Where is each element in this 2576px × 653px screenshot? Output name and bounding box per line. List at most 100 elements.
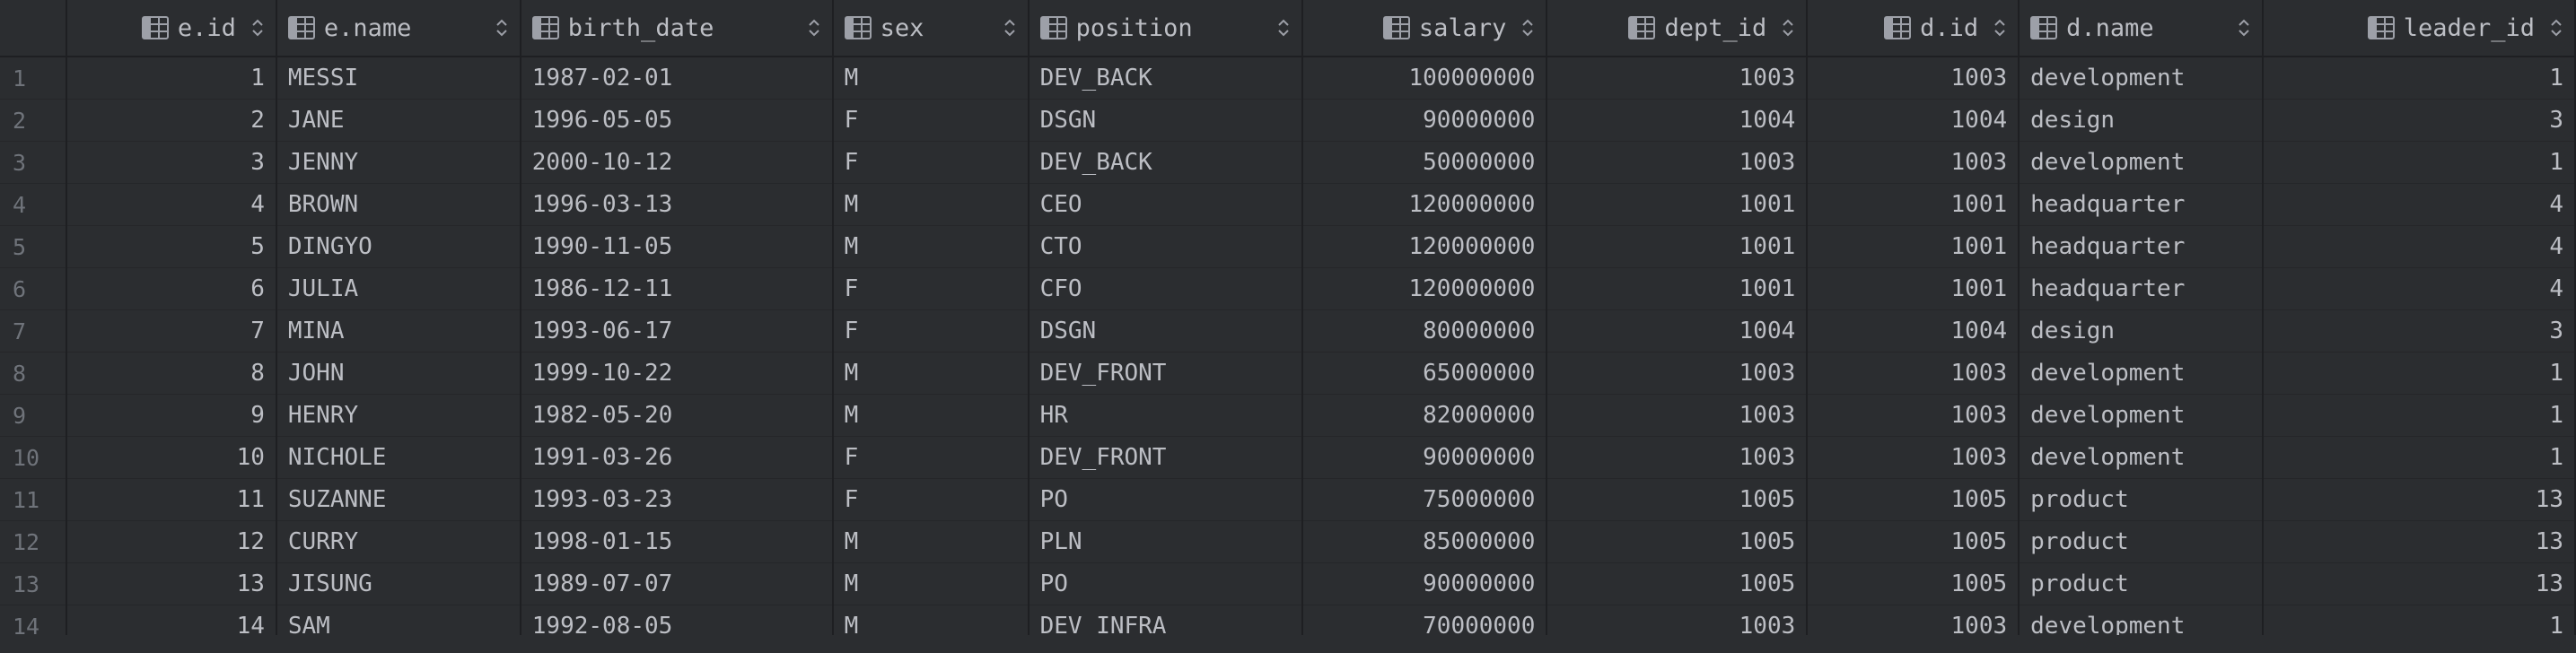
cell-dept-id[interactable]: 1004	[1546, 99, 1809, 142]
cell-position[interactable]: DEV_FRONT	[1028, 352, 1304, 395]
cell-dept-id[interactable]: 1001	[1546, 267, 1809, 310]
cell-birth-date[interactable]: 1986-12-11	[520, 267, 834, 310]
cell-sex[interactable]: F	[832, 141, 1030, 184]
table-row[interactable]: 6 6 JULIA 1986-12-11 F CFO 120000000 1001 1001 he…	[0, 267, 2576, 310]
cell-salary[interactable]: 90000000	[1302, 436, 1548, 479]
cell-d-name[interactable]: design	[2019, 309, 2265, 353]
cell-e-id[interactable]: 5	[66, 225, 277, 268]
table-row[interactable]: 11 11 SUZANNE 1993-03-23 F PO 75000000 1005 1005…	[0, 478, 2576, 521]
cell-d-id[interactable]: 1003	[1807, 436, 2020, 479]
cell-e-id[interactable]: 9	[66, 394, 277, 437]
column-header-e-id[interactable]: e.id	[66, 0, 277, 57]
cell-sex[interactable]: F	[832, 478, 1030, 521]
cell-d-id[interactable]: 1004	[1807, 99, 2020, 142]
row-number-cell[interactable]: 13	[0, 562, 67, 605]
sort-arrows-icon[interactable]	[495, 17, 509, 39]
cell-salary[interactable]: 120000000	[1302, 267, 1548, 310]
cell-position[interactable]: DEV_BACK	[1028, 57, 1304, 100]
row-number-cell[interactable]: 11	[0, 478, 67, 521]
cell-e-id[interactable]: 7	[66, 309, 277, 353]
cell-dept-id[interactable]: 1005	[1546, 562, 1809, 605]
cell-d-name[interactable]: development	[2019, 394, 2265, 437]
cell-d-id[interactable]: 1005	[1807, 478, 2020, 521]
cell-dept-id[interactable]: 1001	[1546, 183, 1809, 226]
cell-d-id[interactable]: 1003	[1807, 141, 2020, 184]
cell-leader-id[interactable]: 1	[2263, 141, 2576, 184]
cell-salary[interactable]: 90000000	[1302, 562, 1548, 605]
cell-salary[interactable]: 90000000	[1302, 99, 1548, 142]
cell-d-name[interactable]: development	[2019, 436, 2265, 479]
cell-sex[interactable]: M	[832, 394, 1030, 437]
cell-sex[interactable]: M	[832, 183, 1030, 226]
cell-e-name[interactable]: JULIA	[276, 267, 521, 310]
cell-e-id[interactable]: 10	[66, 436, 277, 479]
cell-d-name[interactable]: development	[2019, 57, 2265, 100]
cell-e-id[interactable]: 2	[66, 99, 277, 142]
cell-e-name[interactable]: MINA	[276, 309, 521, 353]
cell-leader-id[interactable]: 3	[2263, 99, 2576, 142]
cell-d-name[interactable]: headquarter	[2019, 225, 2265, 268]
sort-arrows-icon[interactable]	[1520, 17, 1535, 39]
sort-arrows-icon[interactable]	[2237, 17, 2251, 39]
cell-d-id[interactable]: 1003	[1807, 352, 2020, 395]
cell-birth-date[interactable]: 1989-07-07	[520, 562, 834, 605]
cell-birth-date[interactable]: 1999-10-22	[520, 352, 834, 395]
row-number-cell[interactable]: 10	[0, 436, 67, 479]
column-header-dept-id[interactable]: dept_id	[1546, 0, 1809, 57]
cell-dept-id[interactable]: 1004	[1546, 309, 1809, 353]
cell-position[interactable]: PO	[1028, 478, 1304, 521]
sort-arrows-icon[interactable]	[807, 17, 821, 39]
cell-e-name[interactable]: NICHOLE	[276, 436, 521, 479]
cell-e-id[interactable]: 11	[66, 478, 277, 521]
cell-dept-id[interactable]: 1003	[1546, 436, 1809, 479]
cell-salary[interactable]: 120000000	[1302, 183, 1548, 226]
cell-salary[interactable]: 75000000	[1302, 478, 1548, 521]
cell-e-id[interactable]: 8	[66, 352, 277, 395]
cell-dept-id[interactable]: 1005	[1546, 520, 1809, 563]
cell-leader-id[interactable]: 13	[2263, 478, 2576, 521]
row-number-cell[interactable]: 5	[0, 225, 67, 268]
cell-dept-id[interactable]: 1003	[1546, 352, 1809, 395]
table-row[interactable]: 4 4 BROWN 1996-03-13 M CEO 120000000 1001 1001 he…	[0, 183, 2576, 226]
row-number-cell[interactable]: 2	[0, 99, 67, 142]
cell-salary[interactable]: 85000000	[1302, 520, 1548, 563]
cell-e-name[interactable]: JENNY	[276, 141, 521, 184]
cell-leader-id[interactable]: 1	[2263, 394, 2576, 437]
cell-birth-date[interactable]: 2000-10-12	[520, 141, 834, 184]
cell-salary[interactable]: 82000000	[1302, 394, 1548, 437]
cell-leader-id[interactable]: 1	[2263, 352, 2576, 395]
sort-arrows-icon[interactable]	[1003, 17, 1017, 39]
cell-birth-date[interactable]: 1998-01-15	[520, 520, 834, 563]
cell-leader-id[interactable]: 4	[2263, 267, 2576, 310]
cell-position[interactable]: DSGN	[1028, 309, 1304, 353]
cell-position[interactable]: DEV_BACK	[1028, 141, 1304, 184]
cell-salary[interactable]: 120000000	[1302, 225, 1548, 268]
cell-dept-id[interactable]: 1003	[1546, 394, 1809, 437]
cell-sex[interactable]: M	[832, 225, 1030, 268]
table-row[interactable]: 13 13 JISUNG 1989-07-07 M PO 90000000 1005 1005 p…	[0, 562, 2576, 605]
cell-e-id[interactable]: 4	[66, 183, 277, 226]
cell-d-id[interactable]: 1003	[1807, 57, 2020, 100]
column-header-d-name[interactable]: d.name	[2019, 0, 2265, 57]
cell-d-id[interactable]: 1004	[1807, 309, 2020, 353]
cell-leader-id[interactable]: 1	[2263, 436, 2576, 479]
cell-position[interactable]: CTO	[1028, 225, 1304, 268]
column-header-position[interactable]: position	[1028, 0, 1304, 57]
sort-arrows-icon[interactable]	[1993, 17, 2007, 39]
cell-leader-id[interactable]: 3	[2263, 309, 2576, 353]
cell-e-id[interactable]: 3	[66, 141, 277, 184]
table-row[interactable]: 12 12 CURRY 1998-01-15 M PLN 85000000 1005 1005 p…	[0, 520, 2576, 563]
cell-dept-id[interactable]: 1001	[1546, 225, 1809, 268]
cell-birth-date[interactable]: 1991-03-26	[520, 436, 834, 479]
sort-arrows-icon[interactable]	[1781, 17, 1795, 39]
cell-birth-date[interactable]: 1996-03-13	[520, 183, 834, 226]
column-header-leader-id[interactable]: leader_id	[2263, 0, 2576, 57]
cell-d-id[interactable]: 1001	[1807, 225, 2020, 268]
table-row[interactable]: 5 5 DINGYO 1990-11-05 M CTO 120000000 1001 1001 h…	[0, 225, 2576, 268]
cell-dept-id[interactable]: 1005	[1546, 478, 1809, 521]
cell-d-id[interactable]: 1001	[1807, 267, 2020, 310]
row-number-cell[interactable]: 7	[0, 309, 67, 353]
table-row[interactable]: 2 2 JANE 1996-05-05 F DSGN 90000000 1004 1004 des…	[0, 99, 2576, 142]
column-header-birth-date[interactable]: birth_date	[520, 0, 834, 57]
cell-e-name[interactable]: JOHN	[276, 352, 521, 395]
